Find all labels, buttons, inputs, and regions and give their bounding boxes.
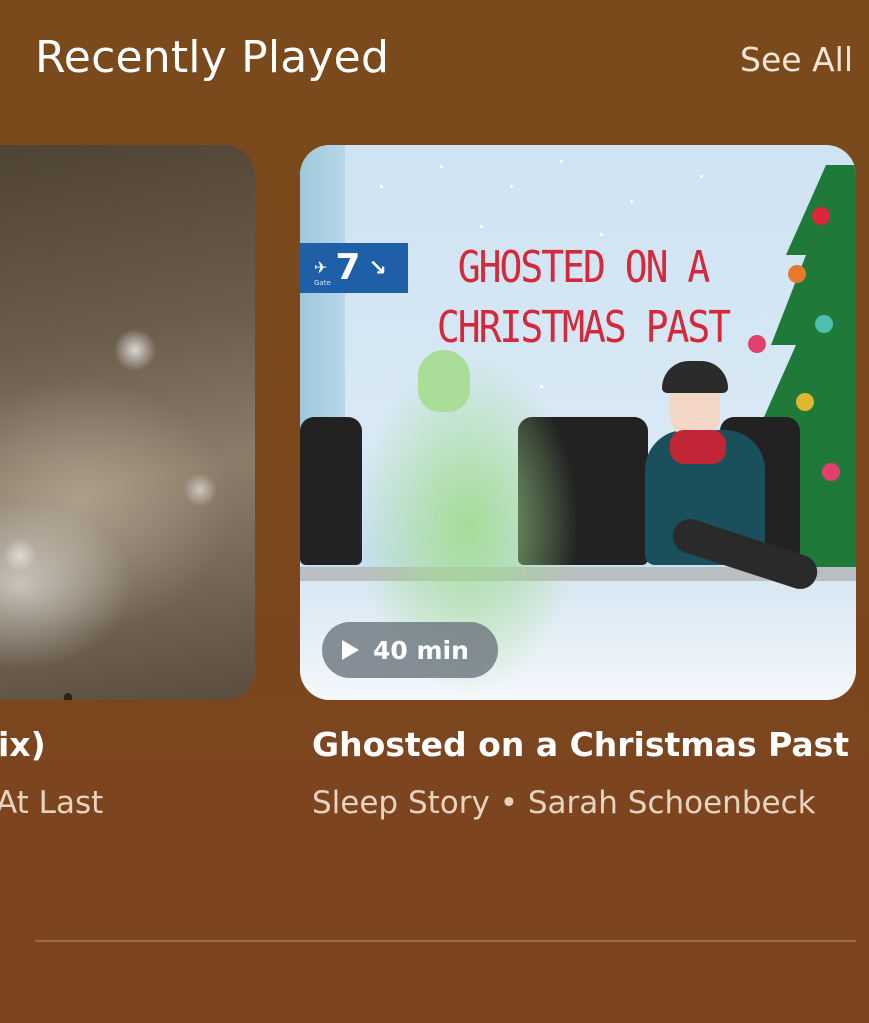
section-divider: [35, 940, 856, 942]
play-icon: [342, 640, 359, 660]
play-duration-button[interactable]: 40 min: [322, 622, 498, 678]
gate-number: 7: [335, 247, 361, 288]
duration-label: 40 min: [373, 635, 469, 665]
ornament: [788, 265, 806, 283]
card-title[interactable]: ix): [0, 725, 46, 764]
snowflake: [380, 185, 383, 188]
snowflake: [440, 165, 443, 168]
ornament: [822, 463, 840, 481]
snowflake: [480, 225, 483, 228]
artwork-title: GHOSTED ON A CHRISTMAS PAST: [436, 241, 731, 353]
snowflake: [600, 233, 603, 236]
ornament: [815, 315, 833, 333]
snowflake: [700, 175, 703, 178]
see-all-link[interactable]: See All: [740, 40, 853, 79]
ornament: [796, 393, 814, 411]
foggy-landscape-image: [0, 145, 255, 700]
card-subtitle: Sleep Story • Sarah Schoenbeck: [312, 785, 816, 821]
card-subtitle: At Last: [0, 785, 104, 821]
silhouette-figure: [64, 693, 72, 700]
card-artwork-left[interactable]: [0, 145, 255, 700]
card-title[interactable]: Ghosted on a Christmas Past: [312, 725, 849, 764]
ornament: [812, 207, 830, 225]
card-artwork-right[interactable]: ✈ 7 ↘ Gate GHOSTED ON A CHRISTMAS PAST: [300, 145, 856, 700]
gate-label: Gate: [314, 279, 331, 287]
snowflake: [510, 185, 513, 188]
gate-sign: ✈ 7 ↘ Gate: [300, 243, 408, 293]
ornament: [748, 335, 766, 353]
airplane-icon: ✈: [314, 258, 328, 277]
ghost-head: [418, 350, 470, 412]
woman-scarf: [670, 430, 726, 464]
snowflake: [630, 200, 633, 203]
snowflake: [560, 160, 563, 163]
section-title: Recently Played: [35, 32, 390, 83]
arrow-down-right-icon: ↘: [368, 255, 387, 281]
